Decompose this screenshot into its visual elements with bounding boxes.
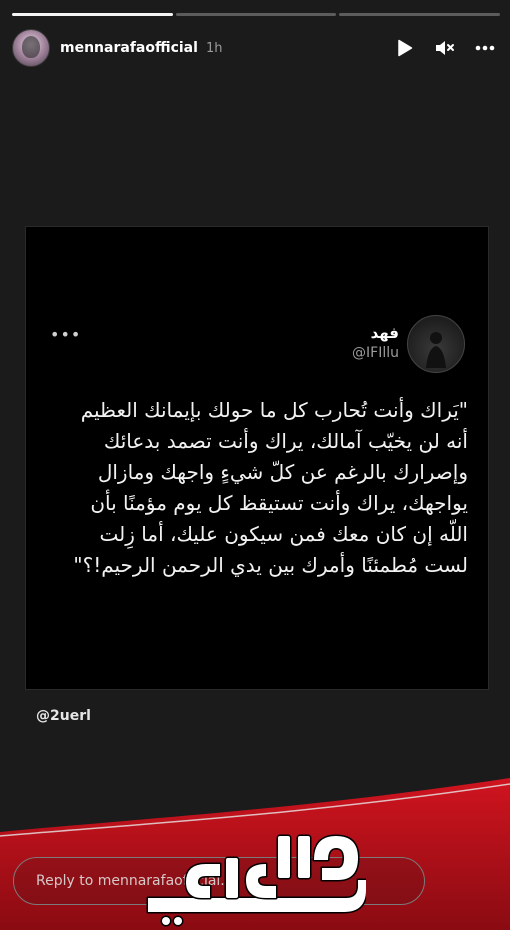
story-progress (12, 13, 501, 16)
speaker-muted-icon[interactable] (434, 37, 456, 59)
tweet-author-avatar (407, 315, 465, 373)
more-horizontal-icon[interactable] (474, 37, 496, 59)
credit-mention[interactable]: @2uerl (36, 708, 91, 724)
tweet-screenshot: فهد @IFIllu ••• "يَراك وأنت تُحارب كل ما… (25, 226, 489, 690)
play-icon[interactable] (394, 37, 416, 59)
story-controls (394, 37, 498, 59)
username[interactable]: mennarafaofficial (60, 40, 198, 56)
progress-segment-2 (175, 13, 337, 16)
tweet-text: "يَراك وأنت تُحارب كل ما حولك بإيمانك ال… (40, 395, 468, 581)
channel-logo-watermark (146, 834, 366, 927)
progress-segment-1 (12, 13, 173, 16)
tweet-line: وإصرارك بالرغم عن كلّ شيءٍ واجهك ومازال (97, 460, 468, 484)
post-time: 1h (205, 40, 223, 56)
tweet-line: أنه لن يخيّب آمالك، يراك وأنت تصمد بدعائ… (103, 429, 468, 453)
story-header: mennarafaofficial 1h (12, 28, 498, 68)
tweet-more-icon: ••• (50, 325, 82, 344)
tweet-line: "يَراك وأنت تُحارب كل ما حولك بإيمانك ال… (80, 398, 468, 422)
tweet-author-handle: @IFIllu (352, 345, 399, 361)
tweet-line: اللّه إن كان معك فمن سيكون عليك، أما زِل… (99, 522, 468, 546)
profile-avatar[interactable] (12, 29, 50, 67)
progress-segment-3 (339, 13, 501, 16)
tweet-line: لست مُطمئنًا وأمرك بين يدي الرحمن الرحيم… (73, 553, 468, 577)
tweet-line: يواجهك، يراك وأنت تستيقظ كل يوم مؤمنًا ب… (90, 491, 468, 515)
tweet-author-name: فهد (370, 324, 399, 342)
